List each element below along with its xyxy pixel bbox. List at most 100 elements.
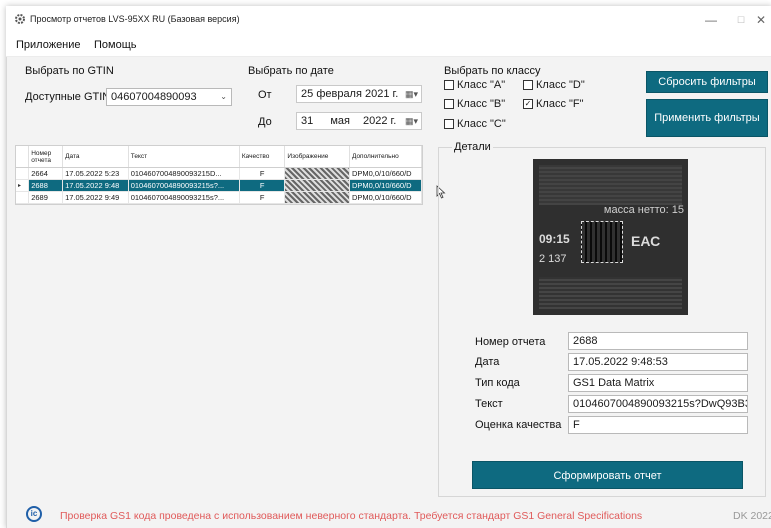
code-type-label: Тип кода (475, 377, 520, 389)
thumbnail-image (285, 192, 349, 203)
date-to-day: 31 (301, 115, 314, 127)
version-label: DK 2022 (733, 510, 771, 522)
report-number-label: Номер отчета (475, 336, 546, 348)
date-from-picker[interactable]: 25 февраля 2021 г. ▦▾ (296, 85, 422, 103)
date-to-month: мая (330, 115, 350, 127)
standard-warning-text: Проверка GS1 кода проведена с использова… (60, 510, 643, 522)
class-c-label: Класс "C" (457, 118, 506, 130)
class-a-checkbox[interactable]: Класс "A" (444, 79, 505, 91)
text-field[interactable]: 0104607004890093215s?DwQ93B3PN (568, 395, 748, 413)
window-title: Просмотр отчетов LVS-95XX RU (Базовая ве… (30, 14, 240, 24)
cell-date: 17.05.2022 9:48 (62, 179, 129, 192)
cell-image (284, 179, 350, 192)
col-header-date[interactable]: Дата (62, 146, 129, 168)
gtin-select-value: 04607004890093 (111, 91, 197, 103)
cell-text: 0104607004890093215s?... (128, 191, 240, 204)
cell-extra: DPM0,0/10/660/D (349, 191, 423, 204)
class-d-label: Класс "D" (536, 79, 585, 91)
calendar-icon[interactable]: ▦▾ (405, 86, 418, 102)
report-number-field[interactable]: 2688 (568, 332, 748, 350)
gtin-field-label: Доступные GTIN (25, 91, 111, 103)
checkbox-box[interactable] (444, 80, 454, 90)
checkbox-box[interactable] (523, 80, 533, 90)
datamatrix-code (581, 221, 623, 263)
date-group-label: Выбрать по дате (248, 65, 334, 77)
col-header-text[interactable]: Текст (128, 146, 240, 168)
class-c-checkbox[interactable]: Класс "C" (444, 118, 506, 130)
minimize-button[interactable]: — (696, 10, 726, 30)
cell-number: 2664 (28, 167, 64, 180)
date-from-month: февраля (316, 88, 362, 100)
menu-help[interactable]: Помощь (94, 39, 137, 51)
cell-date: 17.05.2022 5:23 (62, 167, 129, 180)
row-pointer-icon: ▸ (16, 179, 30, 192)
class-d-checkbox[interactable]: Класс "D" (523, 79, 585, 91)
date-to-label: До (258, 116, 272, 128)
generate-report-button[interactable]: Сформировать отчет (472, 461, 743, 489)
class-f-checkbox[interactable]: ✓ Класс "F" (523, 98, 584, 110)
class-a-label: Класс "A" (457, 79, 506, 91)
checkbox-box[interactable] (444, 99, 454, 109)
code-type-field[interactable]: GS1 Data Matrix (568, 374, 748, 392)
cell-extra: DPM0,0/10/660/D (349, 179, 423, 192)
gtin-group-label: Выбрать по GTIN (25, 65, 114, 77)
reset-filters-button[interactable]: Сбросить фильтры (646, 71, 768, 93)
title-bar: Просмотр отчетов LVS-95XX RU (Базовая ве… (6, 6, 771, 34)
calendar-icon[interactable]: ▦▾ (405, 113, 418, 129)
quality-field[interactable]: F (568, 416, 748, 434)
barcode-photo: масса нетто: 15 09:15 2 137 ЕАС (533, 159, 688, 315)
chevron-down-icon: ⌄ (220, 92, 227, 101)
photo-text-lines (539, 165, 682, 205)
row-indicator (16, 191, 30, 204)
row-indicator (16, 167, 30, 180)
table-header-row: Номер отчета Дата Текст Качество Изображ… (16, 146, 423, 168)
thumbnail-image (285, 168, 349, 179)
cell-text: 0104607004890093215D... (128, 167, 240, 180)
quality-label: Оценка качества (475, 419, 562, 431)
date-from-year: 2021 г. (365, 88, 399, 100)
col-header-extra[interactable]: Дополнительно (349, 146, 423, 168)
cell-date: 17.05.2022 9:49 (62, 191, 129, 204)
row-header-cell (16, 146, 30, 168)
table-row-selected[interactable]: ▸ 2688 17.05.2022 9:48 01046070048900932… (16, 179, 423, 192)
checkbox-box[interactable] (444, 119, 454, 129)
cell-quality: F (239, 167, 286, 180)
cell-number: 2688 (28, 179, 64, 192)
eac-mark: ЕАС (631, 233, 661, 249)
cell-image (284, 191, 350, 204)
table-row[interactable]: 2689 17.05.2022 9:49 0104607004890093215… (16, 191, 423, 204)
text-label: Текст (475, 398, 503, 410)
photo-code-text: 2 137 (539, 253, 567, 265)
photo-text-lines-bottom (539, 277, 682, 309)
photo-weight-text: масса нетто: 15 (603, 204, 684, 216)
cell-number: 2689 (28, 191, 64, 204)
apply-filters-button[interactable]: Применить фильтры (646, 99, 768, 137)
checkmark-icon[interactable]: ✓ (523, 99, 533, 109)
menu-app[interactable]: Приложение (16, 39, 81, 51)
class-b-label: Класс "B" (457, 98, 506, 110)
photo-time-text: 09:15 (539, 232, 570, 246)
date-to-year: 2022 г. (363, 115, 397, 127)
date-from-day: 25 (301, 88, 314, 100)
reports-table[interactable]: Номер отчета Дата Текст Качество Изображ… (15, 145, 423, 205)
gtin-select[interactable]: 04607004890093 ⌄ (106, 88, 232, 106)
class-b-checkbox[interactable]: Класс "B" (444, 98, 505, 110)
class-f-label: Класс "F" (536, 98, 584, 110)
cell-quality: F (239, 191, 286, 204)
close-button[interactable]: ✕ (751, 10, 771, 30)
class-group-label: Выбрать по классу (444, 65, 541, 77)
date-from-label: От (258, 89, 272, 101)
col-header-quality[interactable]: Качество (239, 146, 286, 168)
cell-extra: DPM0,0/10/660/D (349, 167, 423, 180)
cell-image (284, 167, 350, 180)
details-group-label: Детали (452, 141, 493, 153)
date-field[interactable]: 17.05.2022 9:48:53 (568, 353, 748, 371)
col-header-image[interactable]: Изображение (284, 146, 350, 168)
table-row[interactable]: 2664 17.05.2022 5:23 0104607004890093215… (16, 167, 423, 180)
cell-quality: F (239, 179, 286, 192)
date-label: Дата (475, 356, 500, 368)
menu-bar: Приложение Помощь (6, 34, 771, 57)
app-logo-icon: ic (26, 506, 42, 522)
date-to-picker[interactable]: 31 мая 2022 г. ▦▾ (296, 112, 422, 130)
col-header-number[interactable]: Номер отчета (28, 146, 64, 168)
